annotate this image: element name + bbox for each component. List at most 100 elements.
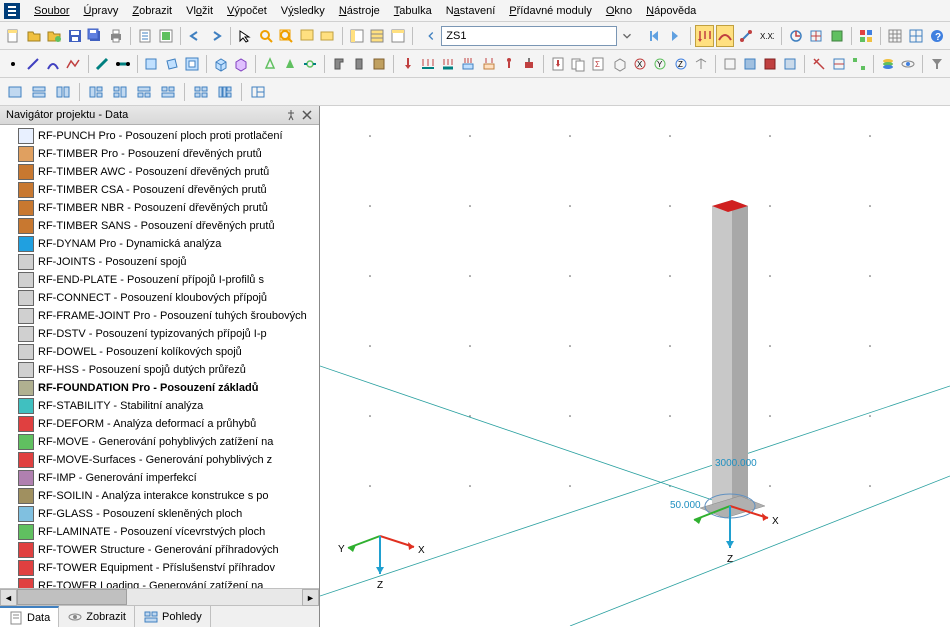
view-tile-3b-button[interactable] [109, 81, 131, 103]
tab-data[interactable]: Data [0, 606, 59, 627]
surface-button[interactable] [142, 53, 160, 75]
view-x-button[interactable]: X [631, 53, 649, 75]
load-imposed-button[interactable] [500, 53, 518, 75]
opening-button[interactable] [183, 53, 201, 75]
tab-pohledy[interactable]: Pohledy [135, 606, 211, 627]
menu-pridavne-moduly[interactable]: Přídavné moduly [503, 3, 598, 19]
view-3d-button[interactable] [692, 53, 710, 75]
menu-vypocet[interactable]: Výpočet [221, 3, 273, 19]
pan-button[interactable] [318, 25, 337, 47]
view-tile-4b-button[interactable] [214, 81, 236, 103]
clip-button[interactable] [810, 53, 828, 75]
loadcase-prev-button[interactable] [423, 25, 439, 47]
menu-upravy[interactable]: Úpravy [77, 3, 124, 19]
module-item[interactable]: RF-PUNCH Pro - Posouzení ploch proti pro… [0, 127, 319, 145]
undo-button[interactable] [186, 25, 205, 47]
section2-button[interactable] [350, 53, 368, 75]
show-results-button[interactable] [716, 25, 735, 47]
view-iso-button[interactable] [611, 53, 629, 75]
pin-icon[interactable] [285, 109, 297, 121]
run-button[interactable] [827, 25, 846, 47]
open-file-button[interactable] [25, 25, 44, 47]
tables-toggle-button[interactable] [368, 25, 387, 47]
module-item[interactable]: RF-IMP - Generování imperfekcí [0, 469, 319, 487]
tab-zobrazit[interactable]: Zobrazit [59, 606, 135, 627]
module-item[interactable]: RF-DYNAM Pro - Dynamická analýza [0, 235, 319, 253]
module-item[interactable]: RF-TOWER Loading - Generování zatížení n… [0, 577, 319, 588]
hinge-button[interactable] [301, 53, 319, 75]
load-mass-button[interactable] [520, 53, 538, 75]
module-item[interactable]: RF-TOWER Equipment - Příslušenství příhr… [0, 559, 319, 577]
render-solid-button[interactable] [741, 53, 759, 75]
menu-vlozit[interactable]: Vložit [180, 3, 219, 19]
horizontal-scrollbar[interactable]: ◄ ► [0, 588, 319, 605]
module-item[interactable]: RF-TIMBER AWC - Posouzení dřevěných prut… [0, 163, 319, 181]
load-line-button[interactable] [419, 53, 437, 75]
module-item[interactable]: RF-DSTV - Posouzení typizovaných přípojů… [0, 325, 319, 343]
loadcase-next-button[interactable] [666, 25, 685, 47]
render-wire-button[interactable] [721, 53, 739, 75]
module-item[interactable]: RF-SOILIN - Analýza interakce konstrukce… [0, 487, 319, 505]
view-tile-3c-button[interactable] [133, 81, 155, 103]
new-file-button[interactable] [4, 25, 23, 47]
render-trans-button[interactable] [781, 53, 799, 75]
menu-nastroje[interactable]: Nástroje [333, 3, 386, 19]
zoom-previous-button[interactable] [298, 25, 317, 47]
resultcombo-button[interactable]: Σ [589, 53, 607, 75]
module-item[interactable]: RF-LAMINATE - Posouzení vícevrstvých plo… [0, 523, 319, 541]
grips-button[interactable] [850, 53, 868, 75]
view-tile-3a-button[interactable] [85, 81, 107, 103]
loadcombo-button[interactable] [569, 53, 587, 75]
layers-button[interactable] [879, 53, 897, 75]
node-button[interactable] [4, 53, 22, 75]
menu-zobrazit[interactable]: Zobrazit [126, 3, 178, 19]
view-tile-cust-button[interactable] [247, 81, 269, 103]
module-item[interactable]: RF-JOINTS - Posouzení spojů [0, 253, 319, 271]
save-all-button[interactable] [86, 25, 105, 47]
show-loads-button[interactable] [695, 25, 714, 47]
view-tile-4-button[interactable] [190, 81, 212, 103]
menu-soubor[interactable]: Soubor [28, 3, 75, 19]
graphic-print-button[interactable] [157, 25, 176, 47]
view-z-button[interactable]: Z [671, 53, 689, 75]
redo-button[interactable] [207, 25, 226, 47]
menu-okno[interactable]: Okno [600, 3, 638, 19]
section-button[interactable] [330, 53, 348, 75]
module-item[interactable]: RF-FRAME-JOINT Pro - Posouzení tuhých šr… [0, 307, 319, 325]
view-tile-1-button[interactable] [4, 81, 26, 103]
view-y-button[interactable]: Y [651, 53, 669, 75]
line-button[interactable] [24, 53, 42, 75]
module-item[interactable]: RF-TIMBER SANS - Posouzení dřevěných pru… [0, 217, 319, 235]
module-item[interactable]: RF-CONNECT - Posouzení kloubových přípoj… [0, 289, 319, 307]
load-free-button[interactable] [480, 53, 498, 75]
filter-button[interactable] [928, 53, 946, 75]
save-button[interactable] [66, 25, 85, 47]
report-button[interactable] [136, 25, 155, 47]
surface2-button[interactable] [163, 53, 181, 75]
support-button[interactable] [261, 53, 279, 75]
module-item[interactable]: RF-DEFORM - Analýza deformací a průhybů [0, 415, 319, 433]
module-item[interactable]: RF-HSS - Posouzení spojů dutých průřezů [0, 361, 319, 379]
module-item[interactable]: RF-GLASS - Posouzení skleněných ploch [0, 505, 319, 523]
load-surface-button[interactable] [459, 53, 477, 75]
print-button[interactable] [107, 25, 126, 47]
zoom-window-button[interactable] [257, 25, 276, 47]
solid2-button[interactable] [232, 53, 250, 75]
member-button[interactable] [93, 53, 111, 75]
loadcase-button[interactable] [549, 53, 567, 75]
module-item[interactable]: RF-TIMBER NBR - Posouzení dřevěných prut… [0, 199, 319, 217]
module-item[interactable]: RF-MOVE - Generování pohyblivých zatížen… [0, 433, 319, 451]
module-item[interactable]: RF-TIMBER Pro - Posouzení dřevěných prut… [0, 145, 319, 163]
polyline-button[interactable] [64, 53, 82, 75]
curve-button[interactable] [44, 53, 62, 75]
fem-button[interactable] [807, 25, 826, 47]
module-item[interactable]: RF-MOVE-Surfaces - Generování pohyblivýc… [0, 451, 319, 469]
module-item[interactable]: RF-DOWEL - Posouzení kolíkových spojů [0, 343, 319, 361]
panel-button[interactable] [389, 25, 408, 47]
calc-button[interactable] [786, 25, 805, 47]
support2-button[interactable] [281, 53, 299, 75]
render-tex-button[interactable] [761, 53, 779, 75]
select-button[interactable] [236, 25, 255, 47]
module-item[interactable]: RF-STABILITY - Stabilitní analýza [0, 397, 319, 415]
module-item[interactable]: RF-TOWER Structure - Generování příhrado… [0, 541, 319, 559]
